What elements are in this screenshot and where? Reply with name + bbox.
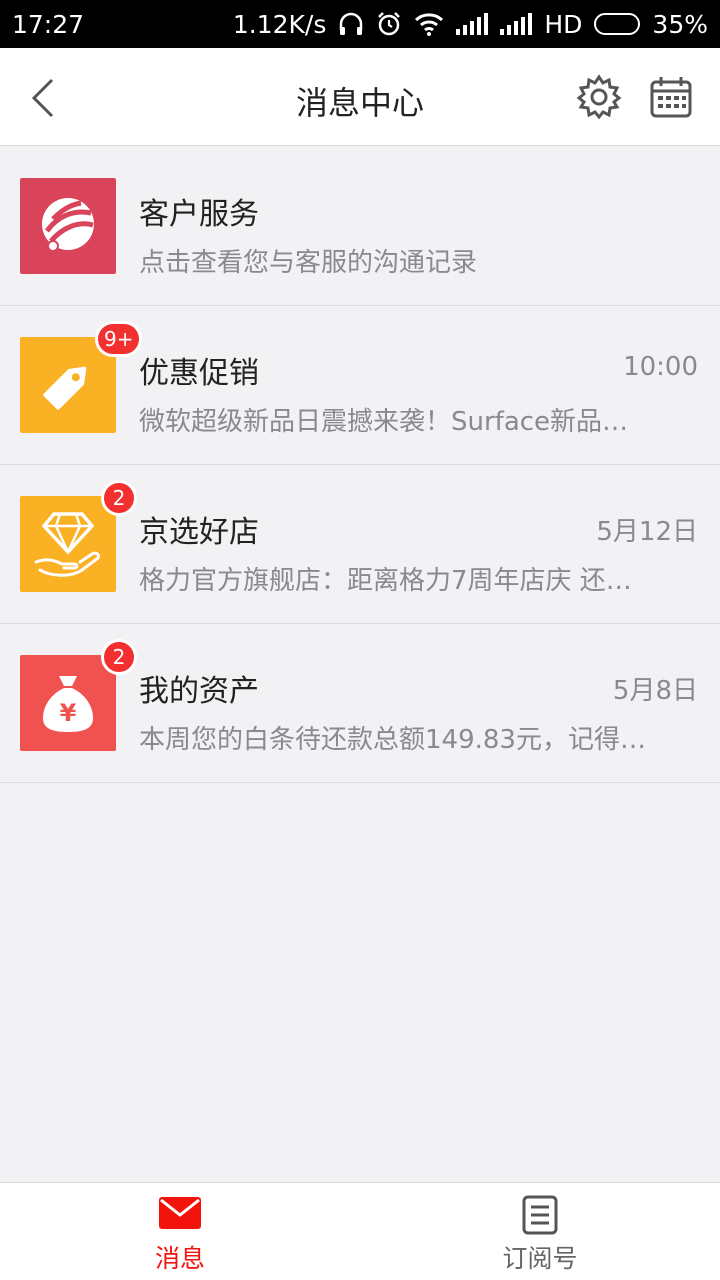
tab-messages[interactable]: 消息: [0, 1183, 360, 1280]
message-list: 客户服务 点击查看您与客服的沟通记录 9+ 优惠促销 10:00 微软超级新品日…: [0, 147, 720, 783]
item-title: 优惠促销: [139, 356, 259, 391]
signal-icon-2: [500, 13, 533, 35]
calendar-icon[interactable]: [648, 74, 694, 120]
item-title: 客户服务: [139, 197, 259, 232]
net-speed: 1.12K/s: [232, 9, 327, 39]
status-bar: 17:27 1.12K/s HD 35%: [0, 0, 720, 48]
unread-badge: 2: [101, 480, 137, 516]
tab-subscriptions[interactable]: 订阅号: [360, 1183, 720, 1280]
item-time: 5月8日: [612, 676, 698, 706]
item-title: 京选好店: [139, 515, 259, 550]
tab-label: 订阅号: [502, 1244, 578, 1273]
header-bar: 消息中心: [0, 48, 720, 146]
diamond-icon: [20, 496, 116, 592]
money-bag-icon: ¥: [20, 655, 116, 751]
item-time: 10:00: [623, 352, 698, 382]
list-item-customer-service[interactable]: 客户服务 点击查看您与客服的沟通记录: [0, 147, 720, 306]
list-item-my-assets[interactable]: ¥ 2 我的资产 5月8日 本周您的白条待还款总额149.83元，记得…: [0, 624, 720, 783]
document-list-icon: [522, 1195, 558, 1239]
battery-icon: [594, 13, 641, 35]
unread-badge: 2: [101, 639, 137, 675]
alarm-icon: [376, 11, 402, 37]
headphone-icon: [338, 12, 364, 36]
wifi-icon: [414, 12, 444, 36]
status-time: 17:27: [12, 9, 85, 39]
item-time: 5月12日: [596, 517, 698, 547]
customer-service-icon: [20, 178, 116, 274]
network-type: HD: [544, 9, 583, 39]
item-preview: 格力官方旗舰店：距离格力7周年店庆 还…: [139, 566, 632, 596]
bottom-tab-bar: 消息 订阅号: [0, 1182, 720, 1280]
battery-percent: 35%: [652, 9, 708, 39]
item-title: 我的资产: [139, 674, 259, 709]
gear-icon[interactable]: [576, 74, 622, 120]
list-item-promotions[interactable]: 9+ 优惠促销 10:00 微软超级新品日震撼来袭！Surface新品…: [0, 306, 720, 465]
item-preview: 微软超级新品日震撼来袭！Surface新品…: [139, 407, 629, 437]
tab-label: 消息: [154, 1244, 205, 1273]
svg-text:¥: ¥: [60, 699, 77, 727]
item-preview: 点击查看您与客服的沟通记录: [139, 248, 478, 278]
list-item-selected-shops[interactable]: 2 京选好店 5月12日 格力官方旗舰店：距离格力7周年店庆 还…: [0, 465, 720, 624]
envelope-icon: [158, 1195, 202, 1235]
signal-icon: [456, 13, 489, 35]
unread-badge: 9+: [95, 321, 143, 357]
item-preview: 本周您的白条待还款总额149.83元，记得…: [139, 725, 646, 755]
